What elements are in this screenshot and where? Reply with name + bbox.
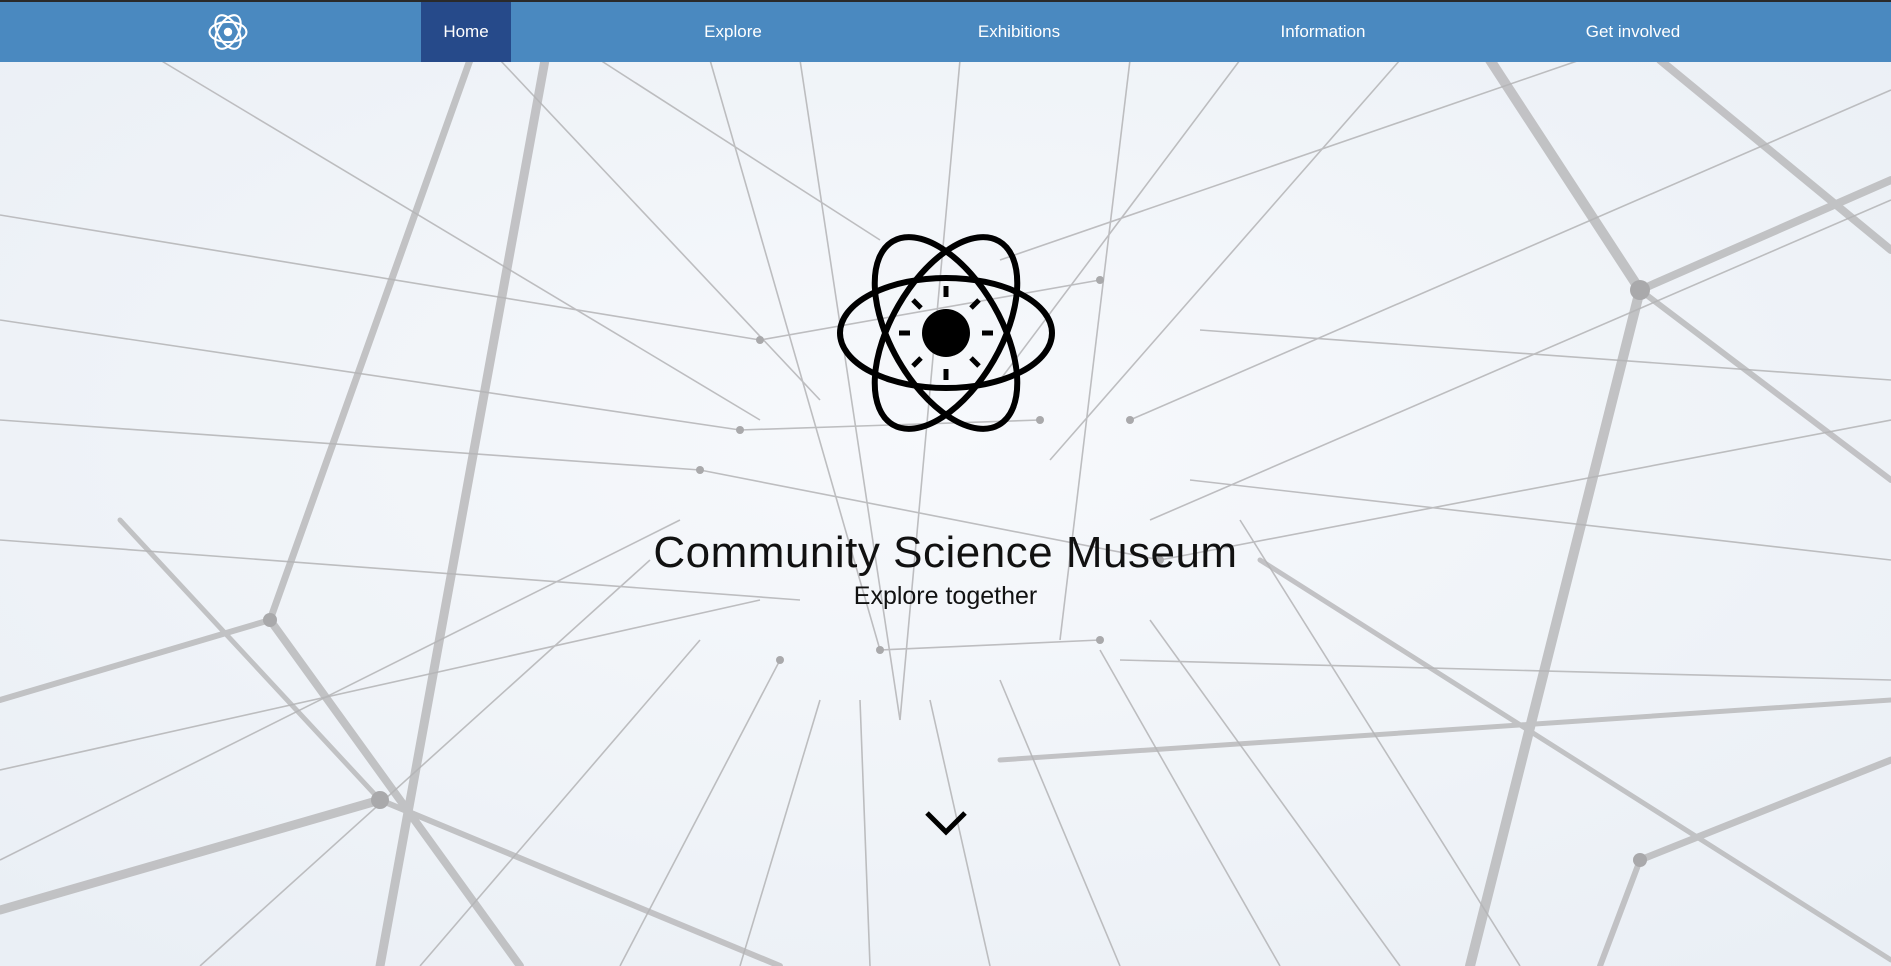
nav-home[interactable]: Home [421, 2, 511, 62]
nav-get-involved[interactable]: Get involved [1573, 2, 1693, 62]
nav-logo-atom-icon[interactable] [207, 11, 249, 53]
scroll-down-chevron-icon[interactable] [921, 808, 971, 838]
nav-explore[interactable]: Explore [683, 2, 783, 62]
nav-exhibitions[interactable]: Exhibitions [959, 2, 1079, 62]
nav-information[interactable]: Information [1263, 2, 1383, 62]
top-navbar: Home Explore Exhibitions Information Get… [0, 0, 1891, 62]
hero-subtitle: Explore together [853, 582, 1038, 610]
hero-atom-sun-icon [832, 228, 1060, 438]
hero-title: Community Science Museum [653, 528, 1238, 577]
